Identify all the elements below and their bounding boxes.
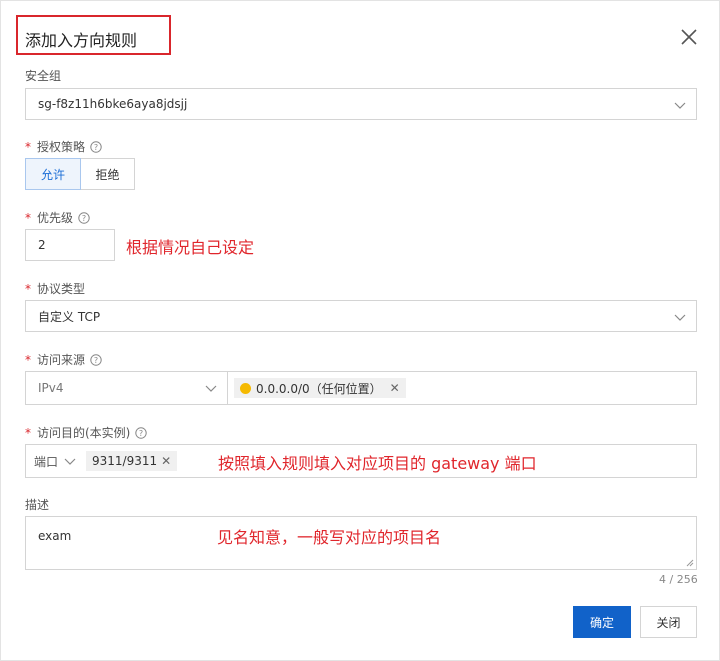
description-label-text: 描述 — [25, 498, 50, 512]
dialog-title: 添加入方向规则 — [25, 31, 138, 50]
destination-label-text: 访问目的(本实例) — [37, 426, 131, 440]
close-button[interactable]: 关闭 — [640, 606, 697, 638]
priority-input[interactable]: 2 — [25, 229, 115, 261]
priority-label: * 优先级 ? — [25, 209, 90, 226]
destination-label: * 访问目的(本实例) ? — [25, 424, 148, 441]
destination-annotation: 按照填入规则填入对应项目的 gateway 端口 — [218, 454, 537, 473]
security-group-label: 安全组 — [25, 67, 61, 84]
ip-type-select[interactable]: IPv4 — [26, 372, 228, 404]
source-tag: 0.0.0.0/0（任何位置） ✕ — [234, 378, 406, 398]
security-group-select[interactable]: sg-f8z11h6bke6aya8jdsjj — [25, 88, 697, 120]
required-mark: * — [25, 352, 31, 367]
chevron-down-icon — [674, 102, 686, 109]
deny-option[interactable]: 拒绝 — [81, 158, 135, 190]
source-label-text: 访问来源 — [37, 353, 86, 367]
required-mark: * — [25, 139, 31, 154]
remove-tag-icon[interactable]: ✕ — [390, 381, 400, 395]
source-tags[interactable]: 0.0.0.0/0（任何位置） ✕ — [228, 372, 696, 404]
security-group-value: sg-f8z11h6bke6aya8jdsjj — [38, 97, 188, 111]
source-tag-text: 0.0.0.0/0（任何位置） — [256, 381, 382, 396]
port-tag: 9311/9311 ✕ — [86, 451, 178, 471]
help-icon[interactable]: ? — [90, 353, 102, 366]
add-inbound-rule-dialog: 添加入方向规则 安全组 sg-f8z11h6bke6aya8jdsjj * 授权… — [0, 0, 720, 661]
help-icon[interactable]: ? — [78, 211, 90, 224]
auth-policy-label-text: 授权策略 — [37, 140, 86, 154]
port-tag-text: 9311/9311 — [92, 454, 158, 468]
svg-text:?: ? — [94, 143, 98, 152]
protocol-label-text: 协议类型 — [37, 282, 86, 296]
security-group-label-text: 安全组 — [25, 69, 62, 83]
char-counter: 4 / 256 — [659, 573, 698, 586]
auth-policy-segmented: 允许 拒绝 — [25, 158, 135, 190]
protocol-label: * 协议类型 — [25, 280, 85, 297]
required-mark: * — [25, 210, 31, 225]
priority-label-text: 优先级 — [37, 211, 74, 225]
svg-text:?: ? — [94, 356, 98, 365]
close-icon[interactable] — [677, 25, 701, 49]
source-field: IPv4 0.0.0.0/0（任何位置） ✕ — [25, 371, 697, 405]
chevron-down-icon — [64, 458, 76, 465]
port-type-select[interactable]: 端口 — [34, 453, 76, 470]
chevron-down-icon — [674, 314, 686, 321]
svg-text:?: ? — [139, 429, 143, 438]
port-type-value: 端口 — [34, 454, 59, 469]
protocol-value: 自定义 TCP — [38, 309, 101, 324]
required-mark: * — [25, 425, 31, 440]
help-icon[interactable]: ? — [90, 140, 102, 153]
required-mark: * — [25, 281, 31, 296]
ip-type-value: IPv4 — [38, 381, 64, 395]
description-annotation: 见名知意，一般写对应的项目名 — [217, 528, 442, 547]
protocol-select[interactable]: 自定义 TCP — [25, 300, 697, 332]
help-icon[interactable]: ? — [135, 426, 148, 439]
source-label: * 访问来源 ? — [25, 351, 102, 368]
resize-handle-icon[interactable] — [686, 559, 694, 567]
allow-option[interactable]: 允许 — [25, 158, 81, 190]
priority-annotation: 根据情况自己设定 — [126, 238, 255, 257]
description-value: exam — [38, 529, 72, 543]
warning-icon — [240, 382, 251, 394]
auth-policy-label: * 授权策略 ? — [25, 138, 102, 155]
description-label: 描述 — [25, 496, 49, 513]
confirm-button[interactable]: 确定 — [573, 606, 631, 638]
svg-text:?: ? — [82, 214, 86, 223]
chevron-down-icon — [205, 385, 217, 392]
remove-tag-icon[interactable]: ✕ — [161, 454, 171, 468]
